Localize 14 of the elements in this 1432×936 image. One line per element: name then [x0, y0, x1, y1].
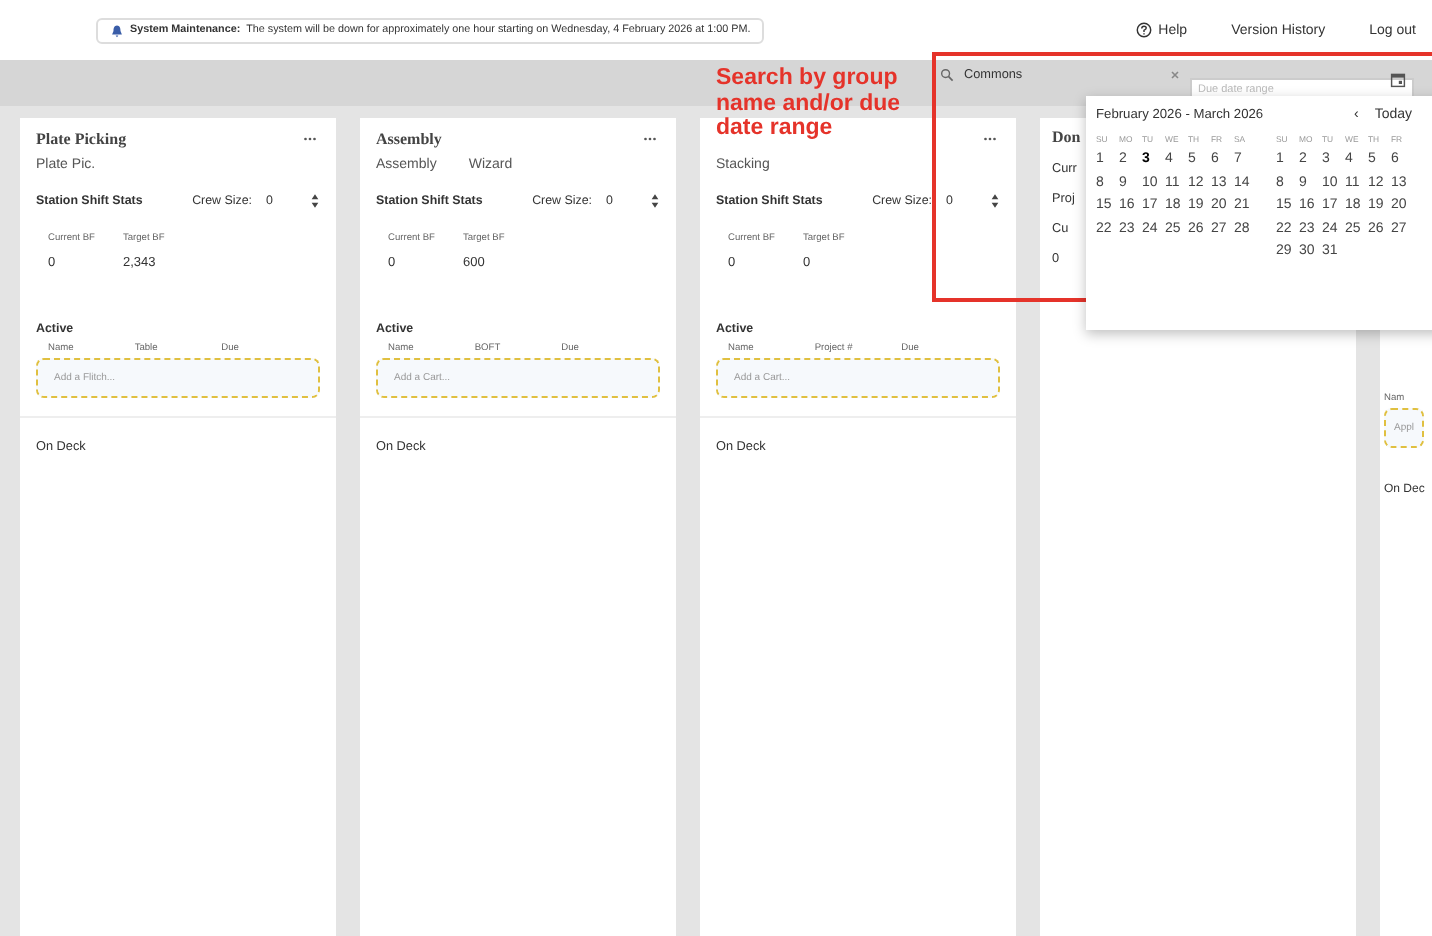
column-title: Plate Picking [36, 129, 127, 147]
spinner-icon[interactable] [310, 192, 320, 210]
spinner-icon[interactable] [990, 192, 1000, 210]
column-title: Assembly [376, 129, 442, 147]
search-icon [940, 68, 954, 82]
annotation-text: Search by group name and/or due date range [716, 66, 903, 142]
column-title: Don [1052, 128, 1081, 146]
help-icon [1136, 22, 1153, 38]
spinner-icon[interactable] [650, 192, 660, 210]
more-icon[interactable] [300, 133, 320, 143]
calendar-icon[interactable] [1390, 71, 1406, 87]
more-icon[interactable] [980, 133, 1000, 143]
bell-icon [110, 23, 124, 37]
more-icon[interactable] [640, 133, 660, 143]
